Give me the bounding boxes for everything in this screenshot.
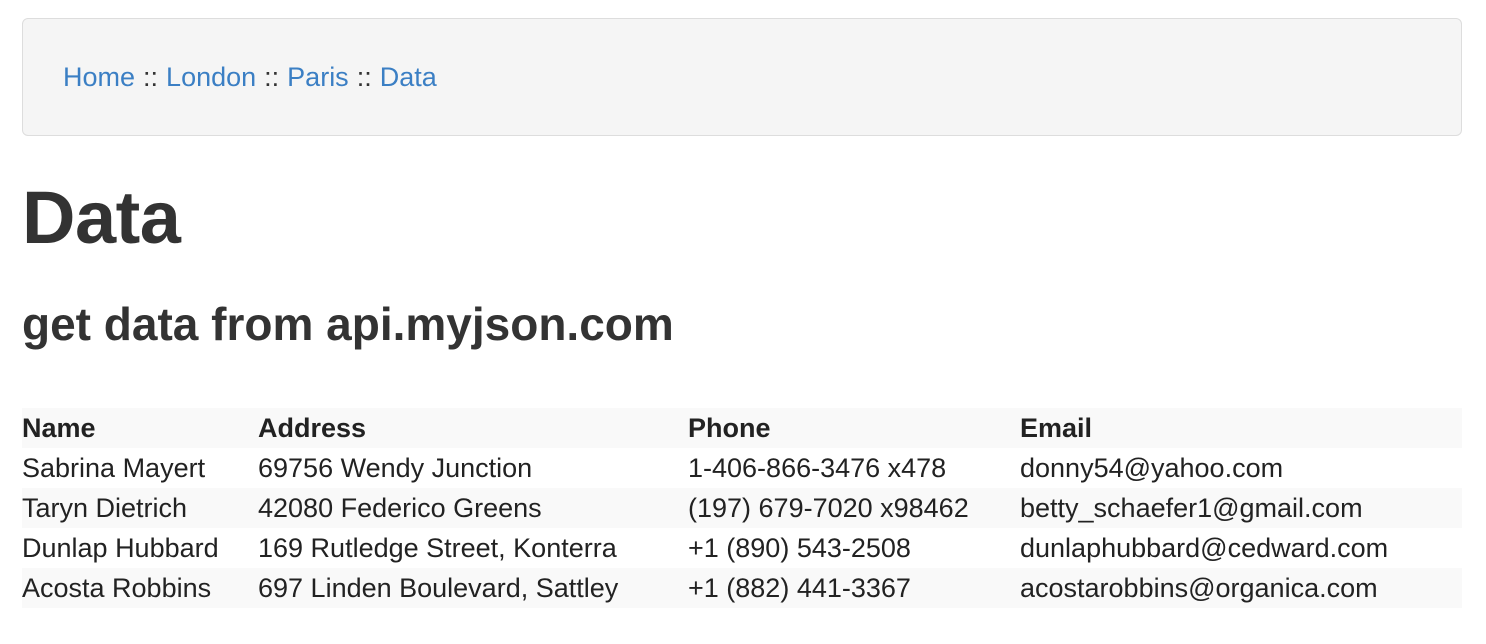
cell-email: donny54@yahoo.com — [1020, 452, 1284, 483]
cell-address: 42080 Federico Greens — [258, 488, 688, 528]
breadcrumb-link-london[interactable]: London — [166, 62, 256, 93]
cell-email: betty_schaefer1@gmail.com — [1020, 488, 1462, 528]
table-row: Acosta Robbins 697 Linden Boulevard, Sat… — [22, 568, 1462, 608]
cell-phone: 1-406-866-3476 x478 — [688, 452, 947, 483]
cell-name: Taryn Dietrich — [22, 488, 258, 528]
cell-email: dunlaphubbard@cedward.com — [1020, 532, 1389, 563]
cell-email: acostarobbins@organica.com — [1020, 568, 1462, 608]
column-header-name: Name — [22, 408, 258, 448]
breadcrumb-link-data[interactable]: Data — [380, 62, 437, 93]
table-row: Sabrina Mayert 69756 Wendy Junction 1-40… — [22, 448, 1462, 488]
data-table: Name Address Phone Email Sabrina Mayert … — [22, 408, 1462, 608]
cell-name: Sabrina Mayert — [22, 452, 206, 483]
breadcrumb-separator: :: — [356, 61, 372, 92]
cell-address: 69756 Wendy Junction — [258, 452, 533, 483]
breadcrumb-link-paris[interactable]: Paris — [287, 62, 349, 93]
breadcrumb-link-home[interactable]: Home — [63, 62, 135, 93]
table-row: Dunlap Hubbard 169 Rutledge Street, Kont… — [22, 528, 1462, 568]
cell-address: 697 Linden Boulevard, Sattley — [258, 568, 688, 608]
page: Home :: London :: Paris :: Data Data get… — [0, 0, 1486, 644]
table-row: Taryn Dietrich 42080 Federico Greens (19… — [22, 488, 1462, 528]
breadcrumb-separator: :: — [264, 61, 280, 92]
table-header-row: Name Address Phone Email — [22, 408, 1462, 448]
cell-address: 169 Rutledge Street, Konterra — [258, 532, 617, 563]
cell-name: Dunlap Hubbard — [22, 532, 219, 563]
breadcrumb: Home :: London :: Paris :: Data — [22, 18, 1462, 136]
cell-phone: +1 (882) 441-3367 — [688, 568, 1020, 608]
breadcrumb-separator: :: — [143, 61, 159, 92]
column-header-phone: Phone — [688, 408, 1020, 448]
table-body: Sabrina Mayert 69756 Wendy Junction 1-40… — [22, 448, 1462, 608]
column-header-address: Address — [258, 408, 688, 448]
page-title: Data — [22, 176, 181, 259]
cell-phone: +1 (890) 543-2508 — [688, 532, 911, 563]
cell-name: Acosta Robbins — [22, 568, 258, 608]
column-header-email: Email — [1020, 408, 1462, 448]
page-subtitle: get data from api.myjson.com — [22, 298, 674, 350]
table-header: Name Address Phone Email — [22, 408, 1462, 448]
cell-phone: (197) 679-7020 x98462 — [688, 488, 1020, 528]
